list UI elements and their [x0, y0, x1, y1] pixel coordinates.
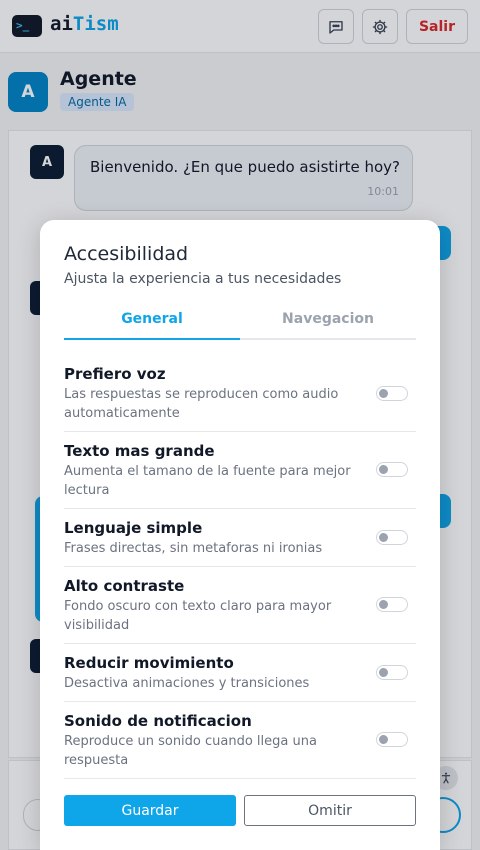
option-title: Prefiero voz [64, 365, 166, 383]
option-description: Reproduce un sonido cuando llega una res… [64, 734, 317, 768]
toggle-texto-mas-grande[interactable] [376, 462, 408, 477]
toggle-knob [379, 668, 388, 677]
option-description: Aumenta el tamano de la fuente para mejo… [64, 464, 351, 498]
option-prefiero-voz[interactable]: Prefiero voz Las respuestas se reproduce… [64, 358, 416, 432]
toggle-knob [379, 735, 388, 744]
tab-general[interactable]: General [64, 310, 240, 340]
option-description: Fondo oscuro con texto claro para mayor … [64, 599, 332, 633]
toggle-knob [379, 465, 388, 474]
option-title: Lenguaje simple [64, 519, 203, 537]
option-sonido-notificacion[interactable]: Sonido de notificacion Reproduce un soni… [64, 702, 416, 779]
option-title: Alto contraste [64, 577, 185, 595]
option-lenguaje-simple[interactable]: Lenguaje simple Frases directas, sin met… [64, 509, 416, 567]
option-description: Desactiva animaciones y transiciones [64, 676, 310, 691]
toggle-knob [379, 600, 388, 609]
option-description: Las respuestas se reproducen como audio … [64, 387, 339, 421]
option-texto-mas-grande[interactable]: Texto mas grande Aumenta el tamano de la… [64, 432, 416, 509]
save-button[interactable]: Guardar [64, 795, 236, 826]
option-alto-contraste[interactable]: Alto contraste Fondo oscuro con texto cl… [64, 567, 416, 644]
option-description: Frases directas, sin metaforas ni ironia… [64, 541, 323, 556]
modal-title: Accesibilidad [64, 243, 189, 265]
toggle-alto-contraste[interactable] [376, 597, 408, 612]
toggle-sonido-notificacion[interactable] [376, 732, 408, 747]
option-title: Reducir movimiento [64, 654, 234, 672]
modal-subtitle: Ajusta la experiencia a tus necesidades [64, 271, 342, 287]
tab-navegacion[interactable]: Navegacion [240, 310, 416, 340]
toggle-knob [379, 389, 388, 398]
toggle-prefiero-voz[interactable] [376, 386, 408, 401]
skip-button[interactable]: Omitir [244, 795, 416, 826]
option-reducir-movimiento[interactable]: Reducir movimiento Desactiva animaciones… [64, 644, 416, 702]
option-title: Sonido de notificacion [64, 712, 252, 730]
accessibility-modal: Accesibilidad Ajusta la experiencia a tu… [40, 220, 440, 850]
toggle-reducir-movimiento[interactable] [376, 665, 408, 680]
toggle-knob [379, 533, 388, 542]
option-title: Texto mas grande [64, 442, 215, 460]
toggle-lenguaje-simple[interactable] [376, 530, 408, 545]
